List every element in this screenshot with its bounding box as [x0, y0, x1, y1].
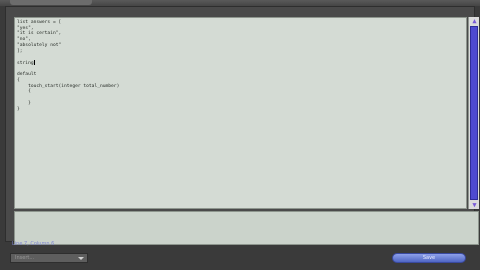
- output-panel: [14, 211, 479, 245]
- code-line: touch_start(integer total_number): [17, 83, 120, 89]
- code-line: string: [17, 60, 34, 66]
- code-line: "it is certain",: [17, 31, 62, 37]
- insert-dropdown[interactable]: Insert...: [10, 253, 88, 263]
- window-tab[interactable]: [10, 0, 92, 5]
- code-line: }: [17, 106, 20, 112]
- code-line: ];: [17, 48, 23, 54]
- code-text[interactable]: list answers = [ "yes", "it is certain",…: [17, 20, 119, 112]
- code-line: list answers = [: [17, 20, 62, 25]
- scrollbar-thumb[interactable]: [470, 26, 478, 200]
- save-button-label: Save: [422, 255, 436, 261]
- dropdown-label: Insert...: [15, 255, 35, 261]
- code-line: "yes",: [17, 25, 34, 31]
- code-line: }: [17, 100, 31, 106]
- chevron-down-icon: [78, 257, 84, 260]
- code-line: "absolutely not": [17, 42, 62, 48]
- arrow-up-icon[interactable]: ▲: [470, 17, 479, 25]
- text-cursor: [33, 59, 35, 65]
- arrow-down-icon[interactable]: ▼: [470, 201, 479, 209]
- script-editor-window: list answers = [ "yes", "it is certain",…: [5, 6, 479, 245]
- code-editor[interactable]: list answers = [ "yes", "it is certain",…: [14, 17, 467, 209]
- cursor-position-status: Line 7, Column 6: [12, 241, 55, 247]
- code-line: {: [17, 78, 20, 84]
- code-line: default: [17, 72, 37, 78]
- code-line: "no",: [17, 37, 31, 43]
- vertical-scrollbar[interactable]: ▲ ▼: [468, 17, 479, 209]
- code-line: {: [17, 89, 31, 95]
- save-button[interactable]: Save: [392, 253, 466, 263]
